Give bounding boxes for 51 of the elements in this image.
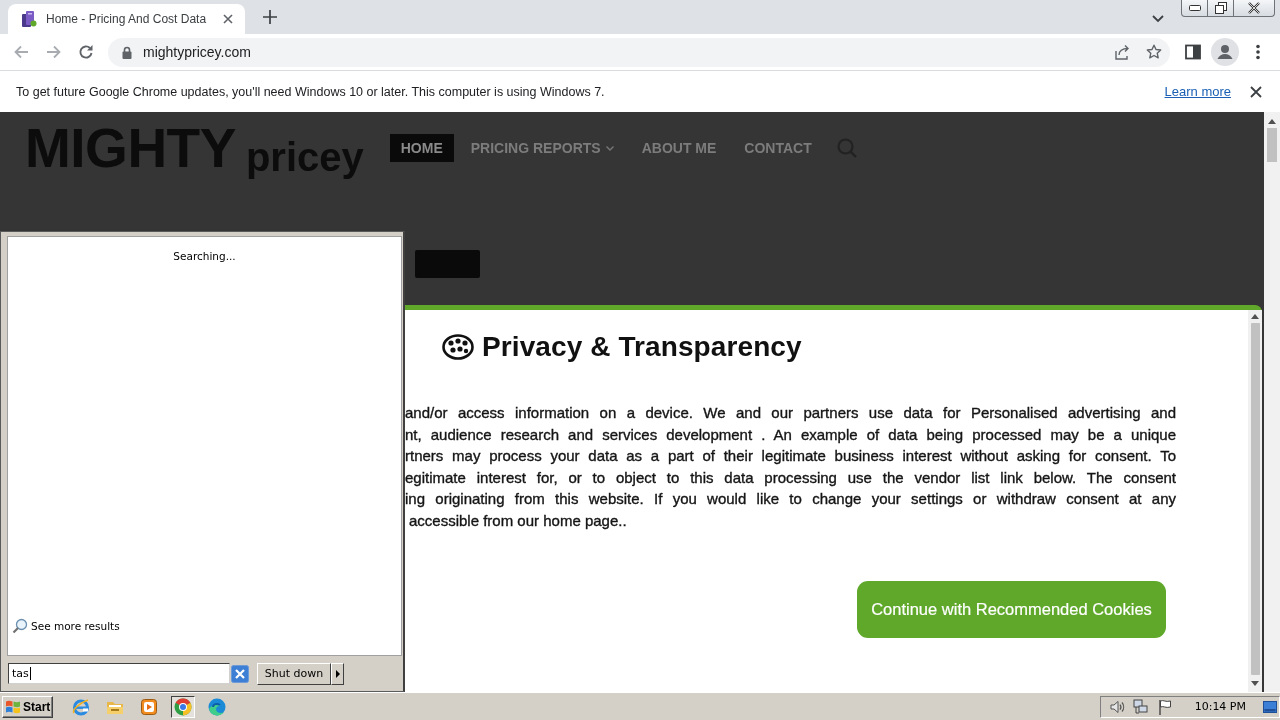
swirl-icon [208, 697, 226, 716]
close-icon[interactable] [1250, 85, 1262, 98]
taskbar-button[interactable] [171, 695, 195, 718]
page-scrollbar[interactable] [1264, 112, 1280, 692]
start-button[interactable]: Start [2, 695, 53, 718]
scrollbar-thumb[interactable] [1267, 128, 1277, 162]
menu-icon[interactable] [1256, 44, 1260, 60]
dialog-title: Privacy & Transparency [482, 331, 802, 363]
nav-link[interactable]: HOME [389, 134, 454, 162]
scroll-down-icon[interactable] [1251, 681, 1259, 686]
scroll-up-icon[interactable] [1251, 314, 1259, 319]
scroll-up-icon[interactable] [1268, 119, 1276, 124]
speaker-icon[interactable] [1108, 698, 1125, 715]
address-bar[interactable]: mightypricey.com [108, 37, 1170, 67]
chevron-down-icon[interactable] [1152, 15, 1164, 23]
play-icon [141, 698, 157, 715]
profile-icon[interactable] [1211, 38, 1239, 66]
clock[interactable]: 10:14 PM [1194, 700, 1246, 713]
scrollbar-thumb[interactable] [1250, 323, 1260, 675]
browser-tab[interactable]: Home - Pricing And Cost Data [8, 4, 245, 34]
see-more-results-link[interactable]: See more results [12, 618, 120, 634]
star-icon[interactable] [1146, 44, 1162, 60]
tricolor-circle-icon [174, 697, 192, 716]
learn-more-link[interactable]: Learn more [1164, 84, 1231, 99]
lock-icon [122, 45, 132, 59]
dialog-scrollbar[interactable] [1248, 310, 1262, 692]
close-icon[interactable] [223, 14, 233, 24]
favicon-icon [21, 11, 37, 27]
triangle-right-icon [335, 669, 340, 678]
text-cursor [29, 667, 31, 680]
network-icon[interactable] [1132, 698, 1149, 715]
cookie-icon [442, 334, 474, 360]
close-icon [1247, 2, 1261, 14]
search-icon [12, 618, 28, 634]
minimize-icon [1188, 5, 1201, 11]
shut-down-options-button[interactable] [331, 662, 344, 685]
clear-search-icon[interactable] [231, 664, 249, 683]
consent-text: and/or access information on a device. We and our partners use data for Personalised advertising and nt, audience research and services development . An example of data being processed may be a unique rtners may process your data as a part of their legitimate business interest without asking for consent. To egitimate interest for, or to object to this data processing use the vendor list link below. The consent ing originating from this website. If you would like to change your settings or withdraw consent at any accessible from our home page.. [405, 403, 1176, 531]
share-icon[interactable] [1114, 44, 1130, 60]
side-panel-icon[interactable] [1185, 44, 1201, 60]
show-desktop-icon[interactable] [1263, 700, 1277, 713]
search-status: Searching... [173, 250, 236, 262]
restore-icon [1214, 2, 1227, 14]
search-field[interactable]: tas [8, 663, 230, 684]
new-tab-icon[interactable] [263, 10, 277, 24]
reload-icon[interactable] [78, 44, 94, 60]
flag-icon[interactable] [1156, 698, 1173, 715]
infobar-message: To get future Google Chrome updates, you'll need Windows 10 or later. This computer is using Windows 7. [16, 84, 605, 99]
shut-down-button[interactable]: Shut down [257, 662, 331, 685]
windows-flag-icon [5, 699, 21, 714]
e-logo-icon [72, 697, 90, 716]
